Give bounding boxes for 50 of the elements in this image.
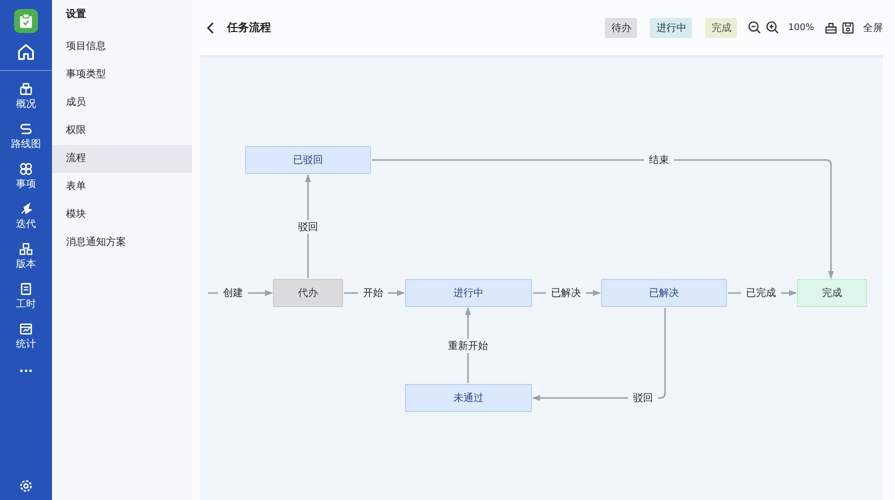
flow-node[interactable]: 代办 [273, 279, 343, 307]
status-legend-tag: 进行中 [650, 18, 692, 38]
menu-item[interactable]: 表单 [52, 173, 192, 201]
rail-item[interactable]: 迭代 [16, 202, 36, 231]
rail-item[interactable]: 路线图 [11, 122, 41, 151]
rocket-icon [19, 202, 33, 216]
edge-label: 开始 [358, 286, 388, 300]
zoom-out-icon[interactable] [748, 21, 762, 34]
page-title: 任务流程 [227, 20, 271, 35]
home-icon[interactable] [17, 43, 35, 61]
document-icon [19, 282, 33, 296]
zoom-level: 100% [788, 22, 814, 32]
app-logo-icon[interactable] [14, 9, 38, 33]
hierarchy-icon [19, 242, 33, 256]
menu-item[interactable]: 事项类型 [52, 61, 192, 89]
menu-item[interactable]: 成员 [52, 89, 192, 117]
zoom-in-icon[interactable] [766, 21, 780, 34]
flow-node[interactable]: 已驳回 [245, 146, 371, 174]
flow-node[interactable]: 完成 [797, 279, 867, 307]
briefcase-icon [19, 82, 33, 96]
save-icon[interactable] [842, 22, 854, 34]
menu-item[interactable]: 流程 [52, 145, 192, 173]
settings-icon[interactable] [19, 479, 33, 493]
more-button[interactable]: ··· [19, 365, 33, 377]
flow-node[interactable]: 已解决 [601, 279, 727, 307]
chart-icon [19, 322, 33, 336]
menu-item[interactable]: 项目信息 [52, 33, 192, 61]
edge-label: 已完成 [741, 286, 781, 300]
rail-item[interactable]: 工时 [16, 282, 36, 311]
edge-label: 创建 [218, 286, 248, 300]
rail-item[interactable]: 统计 [16, 322, 36, 351]
rail-item[interactable]: 概况 [16, 82, 36, 111]
status-legend-tag: 待办 [605, 18, 638, 38]
flow-node[interactable]: 未通过 [405, 384, 532, 412]
menu-title: 设置 [64, 8, 87, 22]
edge-label: 驳回 [628, 391, 658, 405]
flow-node[interactable]: 进行中 [405, 279, 532, 307]
fit-view-icon[interactable] [825, 22, 837, 34]
menu-item[interactable]: 消息通知方案 [52, 229, 192, 257]
route-icon [19, 122, 33, 136]
edge-label: 已解决 [546, 286, 586, 300]
circles-icon [19, 162, 33, 176]
rail-item[interactable]: 版本 [16, 242, 36, 271]
fullscreen-button[interactable]: 全屏 [859, 20, 883, 34]
edge-label: 结束 [644, 153, 674, 167]
back-icon[interactable] [206, 22, 216, 34]
menu-item[interactable]: 权限 [52, 117, 192, 145]
rail-item[interactable]: 事项 [16, 162, 36, 191]
status-legend-tag: 完成 [705, 18, 738, 38]
menu-item[interactable]: 模块 [52, 201, 192, 229]
